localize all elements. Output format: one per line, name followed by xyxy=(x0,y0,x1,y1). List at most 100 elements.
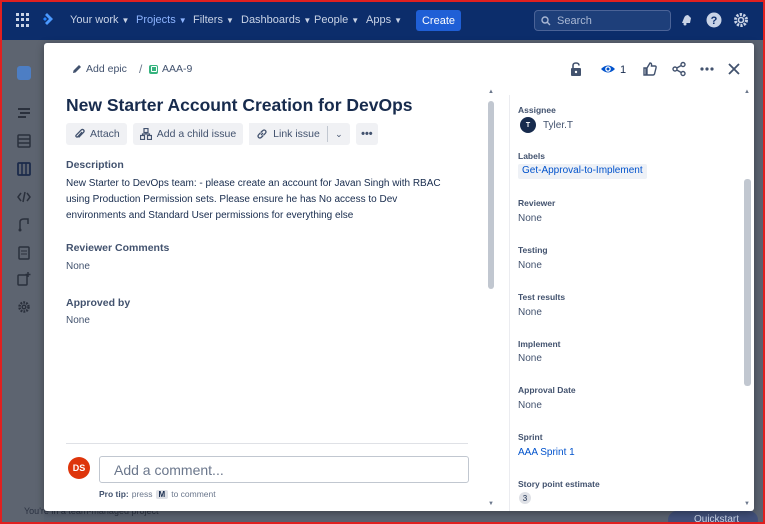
chevron-down-icon[interactable]: ⌄ xyxy=(328,123,350,145)
avatar: DS xyxy=(68,457,90,479)
comment-input[interactable]: Add a comment... xyxy=(99,456,469,483)
code-icon[interactable] xyxy=(17,190,31,204)
pencil-icon xyxy=(73,65,81,73)
link-issue-label: Link issue xyxy=(273,128,320,140)
scroll-up-icon[interactable]: ▲ xyxy=(742,89,752,95)
story-points-badge[interactable]: 3 xyxy=(519,492,531,504)
scroll-up-icon[interactable]: ▲ xyxy=(487,89,495,95)
nav-projects[interactable]: Projects ▼ xyxy=(136,14,187,26)
releases-icon[interactable] xyxy=(17,218,31,232)
main-scrollbar[interactable]: ▲ ▼ xyxy=(487,89,495,507)
testing-label: Testing xyxy=(518,245,548,255)
quickstart-button[interactable]: Quickstart xyxy=(668,511,758,524)
issue-key-link[interactable]: AAA-9 xyxy=(149,63,192,75)
roadmap-icon[interactable] xyxy=(17,106,31,120)
add-child-issue-button[interactable]: Add a child issue xyxy=(132,123,244,145)
nav-dashboards[interactable]: Dashboards ▼ xyxy=(241,14,311,26)
avatar: T xyxy=(520,117,536,133)
reviewer-value[interactable]: None xyxy=(518,213,542,224)
chevron-down-icon: ▼ xyxy=(178,15,187,25)
protip-press: press xyxy=(131,489,153,499)
nav-dashboards-label: Dashboards xyxy=(241,14,301,26)
search-input[interactable]: Search xyxy=(534,10,671,31)
link-issue-button[interactable]: Link issue xyxy=(249,123,327,145)
attach-label: Attach xyxy=(90,128,120,140)
top-navigation: Your work ▼ Projects ▼ Filters ▼ Dashboards… xyxy=(0,0,765,40)
project-avatar-icon[interactable] xyxy=(17,66,31,80)
apps-grid-icon[interactable] xyxy=(16,13,30,27)
approved-by-value[interactable]: None xyxy=(66,313,90,329)
issue-title[interactable]: New Starter Account Creation for DevOps xyxy=(66,95,413,116)
reviewer-comments-heading: Reviewer Comments xyxy=(66,242,170,254)
label-chip[interactable]: Get-Approval-to-Implement xyxy=(518,164,647,179)
add-child-label: Add a child issue xyxy=(156,128,237,140)
implement-label: Implement xyxy=(518,339,561,349)
board-icon[interactable] xyxy=(17,162,31,176)
help-icon[interactable]: ? xyxy=(705,11,723,29)
watch-icon[interactable] xyxy=(600,61,616,77)
description-text[interactable]: New Starter to DevOps team: - please cre… xyxy=(66,176,446,224)
issue-key: AAA-9 xyxy=(162,63,193,75)
sprint-value[interactable]: AAA Sprint 1 xyxy=(518,447,575,458)
issue-modal: Add epic / AAA-9 1 New Starter Account C… xyxy=(44,43,754,511)
scroll-down-icon[interactable]: ▼ xyxy=(487,501,495,507)
add-epic-label: Add epic xyxy=(86,63,127,75)
breadcrumb-separator: / xyxy=(139,62,143,76)
add-shortcut-icon[interactable] xyxy=(17,272,31,286)
main-scroll-thumb[interactable] xyxy=(488,101,494,289)
assignee-value[interactable]: Tyler.T xyxy=(543,120,573,131)
details-scrollbar[interactable]: ▲ ▼ xyxy=(742,89,752,507)
description-heading: Description xyxy=(66,159,124,171)
chevron-down-icon: ▼ xyxy=(303,15,312,25)
nav-people-label: People xyxy=(314,14,349,26)
share-icon[interactable] xyxy=(671,61,687,77)
implement-value[interactable]: None xyxy=(518,353,542,364)
search-icon xyxy=(541,15,551,25)
testing-value[interactable]: None xyxy=(518,260,542,271)
nav-your-work[interactable]: Your work ▼ xyxy=(70,14,129,26)
child-issue-icon xyxy=(139,128,152,140)
approval-date-label: Approval Date xyxy=(518,385,576,395)
protip: Pro tip: press M to comment xyxy=(99,489,216,499)
chevron-down-icon: ▼ xyxy=(225,15,234,25)
settings-icon[interactable] xyxy=(732,11,750,29)
test-results-value[interactable]: None xyxy=(518,307,542,318)
nav-apps-label: Apps xyxy=(366,14,392,26)
backlog-icon[interactable] xyxy=(17,134,31,148)
nav-apps[interactable]: Apps ▼ xyxy=(366,14,402,26)
test-results-label: Test results xyxy=(518,292,566,302)
lock-icon[interactable] xyxy=(568,61,584,77)
like-icon[interactable] xyxy=(642,61,658,77)
nav-your-work-label: Your work xyxy=(70,14,119,26)
jira-logo-icon[interactable] xyxy=(40,12,54,28)
svg-text:?: ? xyxy=(711,15,718,27)
issue-main-panel: New Starter Account Creation for DevOps … xyxy=(44,95,484,511)
approval-date-value[interactable]: None xyxy=(518,400,542,411)
create-button[interactable]: Create xyxy=(416,10,461,31)
paperclip-icon xyxy=(73,128,85,140)
labels-label: Labels xyxy=(518,151,545,161)
add-epic-link[interactable]: Add epic xyxy=(72,63,127,75)
pages-icon[interactable] xyxy=(17,246,31,260)
attach-button[interactable]: Attach xyxy=(66,123,127,145)
nav-filters[interactable]: Filters ▼ xyxy=(193,14,234,26)
more-actions-button[interactable]: ••• xyxy=(355,123,378,145)
protip-prefix: Pro tip: xyxy=(99,489,129,499)
scroll-down-icon[interactable]: ▼ xyxy=(742,501,752,507)
close-icon[interactable] xyxy=(726,61,742,77)
search-placeholder: Search xyxy=(557,14,592,27)
watch-count: 1 xyxy=(620,64,627,76)
issue-actions: Attach Add a child issue Link issue ⌄ ••… xyxy=(66,123,378,145)
details-scroll-thumb[interactable] xyxy=(744,179,751,386)
issue-details-panel: Assignee T Tyler.T Labels Get-Approval-t… xyxy=(509,95,754,511)
reviewer-comments-value[interactable]: None xyxy=(66,259,90,275)
assignee-label: Assignee xyxy=(518,105,556,115)
project-sidebar xyxy=(0,40,44,524)
chevron-down-icon: ▼ xyxy=(351,15,360,25)
notifications-icon[interactable] xyxy=(678,11,696,29)
nav-people[interactable]: People ▼ xyxy=(314,14,359,26)
project-settings-icon[interactable] xyxy=(17,300,31,314)
modal-header: Add epic / AAA-9 1 xyxy=(44,43,754,95)
more-icon[interactable] xyxy=(699,61,715,77)
story-type-icon xyxy=(149,64,158,74)
